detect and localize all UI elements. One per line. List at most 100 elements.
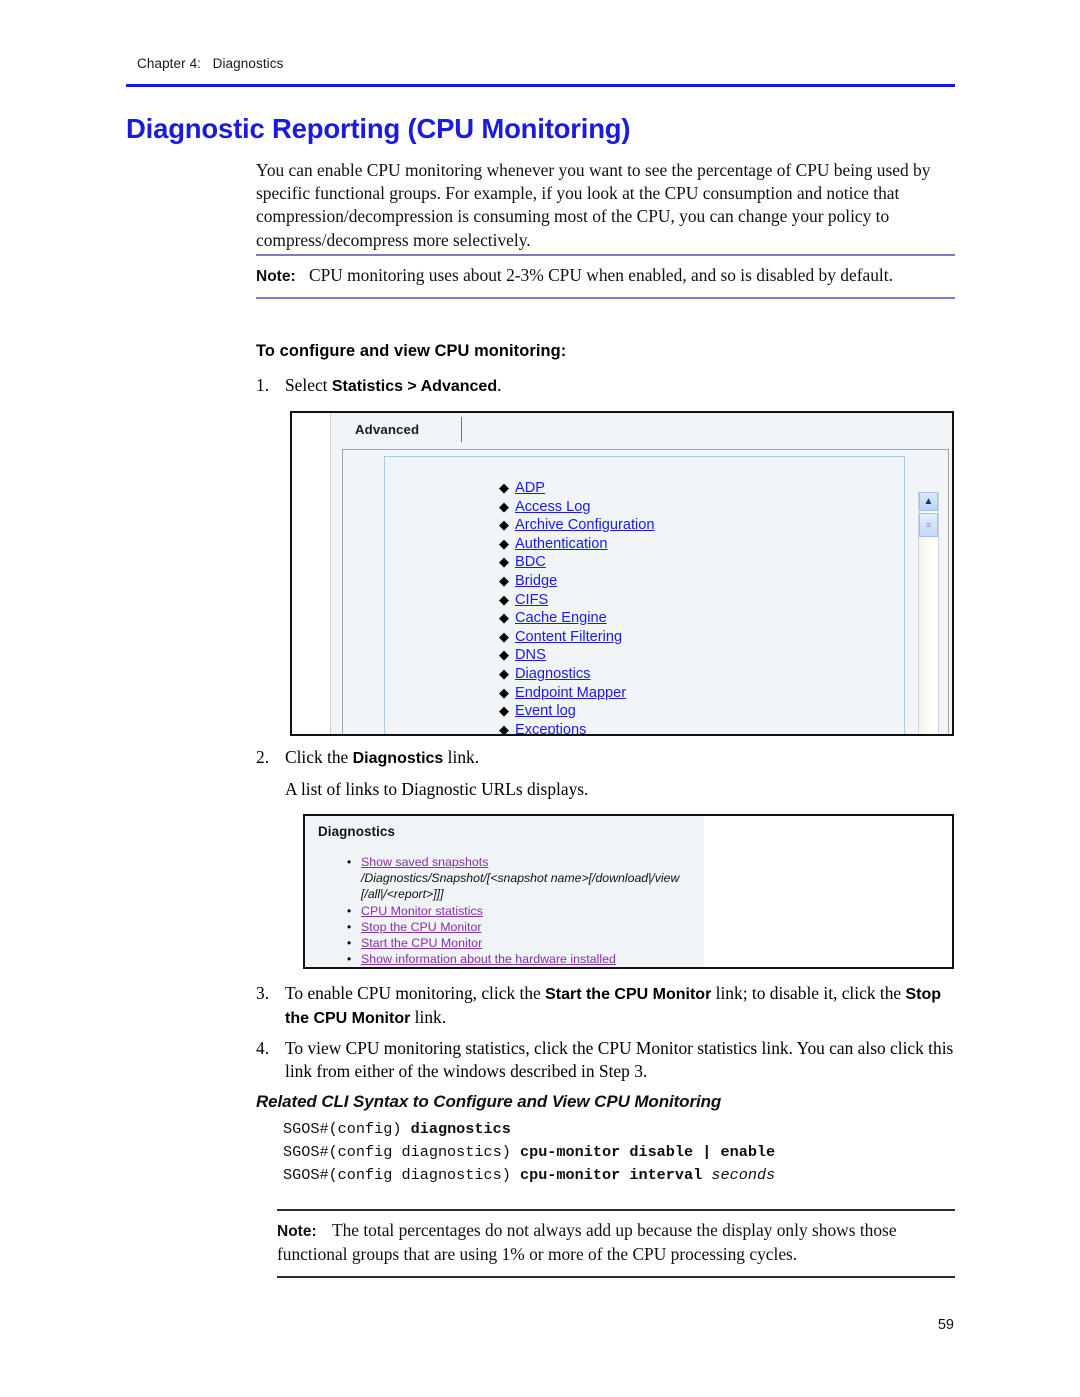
note-block-bottom: Note: The total percentages do not alway… (277, 1209, 955, 1278)
advanced-tab-row: Advanced (331, 413, 952, 447)
list-item[interactable]: • Stop the CPU Monitor (347, 919, 679, 935)
cli-line-3-command: cpu-monitor interval (519, 1166, 712, 1184)
cli-section-heading: Related CLI Syntax to Configure and View… (256, 1092, 722, 1111)
scrollbar-thumb[interactable]: ≡ (919, 513, 938, 537)
list-item[interactable]: ◆ Event log (385, 702, 904, 721)
page-number: 59 (937, 1317, 954, 1333)
bullet-icon: • (347, 952, 352, 967)
step-1-pre: Select (285, 375, 332, 395)
advanced-link-bridge[interactable]: Bridge (515, 573, 557, 589)
advanced-link-bdc[interactable]: BDC (515, 554, 546, 570)
step-1-bold: Statistics > Advanced (331, 378, 498, 395)
list-item[interactable]: ◆ CIFS (385, 591, 904, 610)
step-2-pre: Click the (285, 747, 353, 767)
step-4-number: 4. (256, 1038, 270, 1058)
note-block-top: Note: CPU monitoring uses about 2-3% CPU… (256, 254, 955, 300)
page-title: Diagnostic Reporting (CPU Monitoring) (126, 113, 631, 144)
step-3-mid: link; to disable it, click the (711, 983, 906, 1003)
header-rule (126, 84, 955, 87)
bullet-icon: • (347, 936, 352, 951)
vertical-scrollbar[interactable]: ▲ ≡ (918, 492, 939, 734)
diagnostics-link-list: • Show saved snapshots /Diagnostics/Snap… (305, 854, 679, 967)
step-2: 2. Click the Diagnostics link. (256, 746, 956, 770)
cli-line-2: SGOS#(config diagnostics) cpu-monitor di… (283, 1143, 775, 1161)
step-3-post: link. (410, 1007, 447, 1028)
list-item[interactable]: • Show saved snapshots /Diagnostics/Snap… (347, 854, 680, 903)
note-bottom-text: The total percentages do not always add … (277, 1220, 897, 1265)
list-item[interactable]: ◆ Diagnostics (385, 665, 904, 684)
tab-advanced[interactable]: Advanced (355, 422, 419, 437)
snapshot-path-line-1: /Diagnostics/Snapshot/[<snapshot name>[/… (361, 871, 680, 886)
advanced-link-authentication[interactable]: Authentication (515, 536, 608, 552)
bullet-icon: ◆ (499, 721, 509, 734)
advanced-link-cifs[interactable]: CIFS (515, 592, 548, 608)
advanced-link-event-log[interactable]: Event log (515, 703, 576, 719)
advanced-link-archive-configuration[interactable]: Archive Configuration (515, 517, 655, 533)
list-item[interactable]: ◆ Archive Configuration (385, 516, 904, 535)
figure-advanced-screenshot: Advanced ◆ ADP ◆ Access Log ◆ Archive Confi… (290, 411, 954, 736)
advanced-link-cache-engine[interactable]: Cache Engine (515, 610, 607, 626)
list-item[interactable]: ◆ Content Filtering (385, 628, 904, 647)
list-item[interactable]: • Start the CPU Monitor (347, 935, 679, 951)
advanced-link-dns[interactable]: DNS (515, 647, 546, 663)
advanced-panel: ◆ ADP ◆ Access Log ◆ Archive Configuration … (342, 449, 949, 734)
bullet-icon: ◆ (499, 591, 509, 607)
scroll-up-arrow-icon[interactable]: ▲ (919, 492, 938, 511)
advanced-window-body: Advanced ◆ ADP ◆ Access Log ◆ Archive Confi… (330, 413, 952, 734)
step-2-number: 2. (256, 747, 270, 767)
diagnostics-link-show-saved-snapshots[interactable]: Show saved snapshots (361, 855, 488, 869)
step-2-post: link. (443, 747, 480, 767)
step-2-bold: Diagnostics (352, 750, 444, 767)
bullet-icon: ◆ (499, 572, 509, 588)
list-item[interactable]: ◆ Authentication (385, 535, 904, 554)
step-2-text: Click the Diagnostics link. (285, 746, 956, 770)
list-item[interactable]: ◆ Endpoint Mapper (385, 684, 904, 703)
diagnostics-link-stop-the-cpu-monitor[interactable]: Stop the CPU Monitor (361, 920, 482, 934)
cli-line-2-prompt: SGOS#(config diagnostics) (283, 1143, 520, 1161)
list-item[interactable]: ◆ DNS (385, 646, 904, 665)
step-1-post: . (497, 375, 502, 395)
advanced-link-adp[interactable]: ADP (515, 480, 545, 496)
list-item[interactable]: ◆ Cache Engine (385, 609, 904, 628)
list-item[interactable]: ◆ ADP (385, 479, 904, 498)
list-item[interactable]: ◆ Bridge (385, 572, 904, 591)
diagnostics-link-cpu-monitor-statistics[interactable]: CPU Monitor statistics (361, 904, 483, 918)
diagnostics-link-start-the-cpu-monitor[interactable]: Start the CPU Monitor (361, 936, 482, 950)
advanced-link-endpoint-mapper[interactable]: Endpoint Mapper (515, 685, 626, 701)
figure-diagnostics-screenshot: Diagnostics • Show saved snapshots /Diag… (303, 814, 954, 969)
cli-line-3: SGOS#(config diagnostics) cpu-monitor in… (283, 1166, 775, 1184)
bullet-icon: ◆ (499, 665, 509, 681)
list-item[interactable]: ◆ Exceptions (385, 721, 904, 734)
cli-line-1-command: diagnostics (410, 1120, 511, 1138)
note-bottom-body: Note: The total percentages do not alway… (277, 1211, 955, 1276)
list-item[interactable]: • Show information about the hardware in… (347, 951, 679, 967)
step-3-text: To enable CPU monitoring, click the Star… (285, 982, 956, 1031)
bullet-icon: ◆ (499, 684, 509, 700)
diagnostics-panel-title: Diagnostics (318, 824, 395, 839)
list-item[interactable]: ◆ BDC (385, 553, 904, 572)
advanced-link-diagnostics[interactable]: Diagnostics (515, 666, 590, 682)
bullet-icon: ◆ (499, 517, 509, 533)
note-bottom-label: Note: (277, 1223, 317, 1240)
list-item[interactable]: • CPU Monitor statistics (347, 903, 679, 919)
step-1: 1. Select Statistics > Advanced. (256, 374, 956, 398)
advanced-link-content-filtering[interactable]: Content Filtering (515, 629, 622, 645)
step-4-text: To view CPU monitoring statistics, click… (285, 1038, 954, 1082)
step-2-caption: A list of links to Diagnostic URLs displ… (285, 779, 589, 799)
note-top-body: Note: CPU monitoring uses about 2-3% CPU… (256, 256, 955, 297)
advanced-link-exceptions[interactable]: Exceptions (515, 722, 586, 734)
step-3: 3. To enable CPU monitoring, click the S… (256, 982, 956, 1031)
advanced-link-access-log[interactable]: Access Log (515, 499, 590, 515)
cli-line-3-prompt: SGOS#(config diagnostics) (283, 1166, 520, 1184)
diagnostics-link-show-hardware-info[interactable]: Show information about the hardware inst… (361, 952, 616, 966)
step-3-number: 3. (256, 983, 270, 1003)
note-top-label: Note: (256, 268, 296, 285)
note-top-rule-lower (256, 297, 955, 300)
step-3-pre: To enable CPU monitoring, click the (285, 983, 546, 1003)
bullet-icon: ◆ (499, 610, 509, 626)
bullet-icon: ◆ (499, 628, 509, 644)
document-page: Chapter 4: Diagnostics Diagnostic Report… (0, 0, 1080, 1397)
bullet-icon: ◆ (499, 535, 509, 551)
step-1-number: 1. (256, 375, 270, 395)
list-item[interactable]: ◆ Access Log (385, 498, 904, 517)
